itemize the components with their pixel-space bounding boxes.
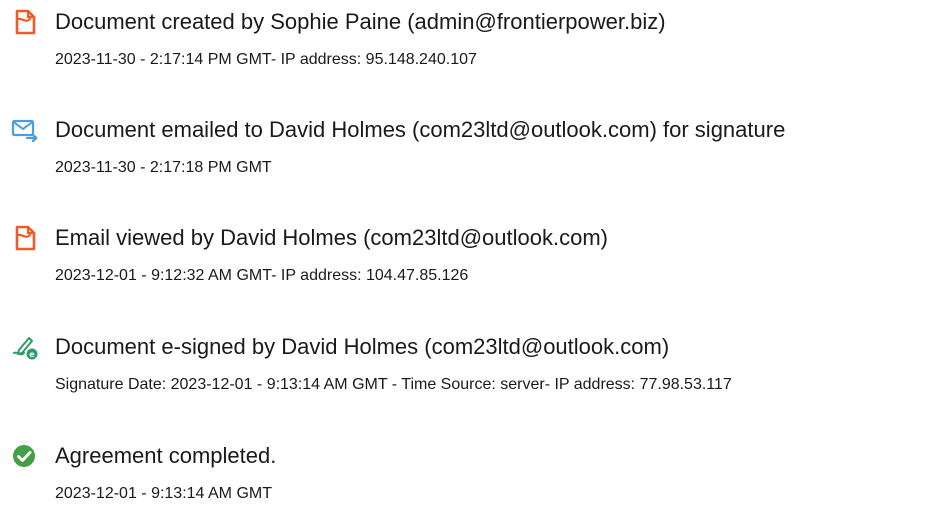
- email-send-icon: [11, 119, 38, 143]
- event-title: Document e-signed by David Holmes (com23…: [55, 334, 670, 359]
- event-detail: 2023-11-30 - 2:17:14 PM GMT- IP address:…: [55, 51, 477, 68]
- document-icon: [15, 225, 36, 251]
- event-detail: Signature Date: 2023-12-01 - 9:13:14 AM …: [55, 376, 732, 393]
- event-detail: 2023-11-30 - 2:17:18 PM GMT: [55, 159, 272, 176]
- event-title: Email viewed by David Holmes (com23ltd@o…: [55, 225, 608, 250]
- svg-text:e: e: [29, 350, 35, 359]
- event-detail: 2023-12-01 - 9:12:32 AM GMT- IP address:…: [55, 267, 469, 284]
- event-title: Document created by Sophie Paine (admin@…: [55, 9, 666, 34]
- checkmark-circle-icon: [13, 445, 35, 467]
- event-title: Document emailed to David Holmes (com23l…: [55, 117, 786, 142]
- e-sign-pen-icon: e: [13, 337, 38, 360]
- event-title: Agreement completed.: [55, 443, 277, 468]
- document-icon: [15, 9, 36, 35]
- event-detail: 2023-12-01 - 9:13:14 AM GMT: [55, 485, 272, 502]
